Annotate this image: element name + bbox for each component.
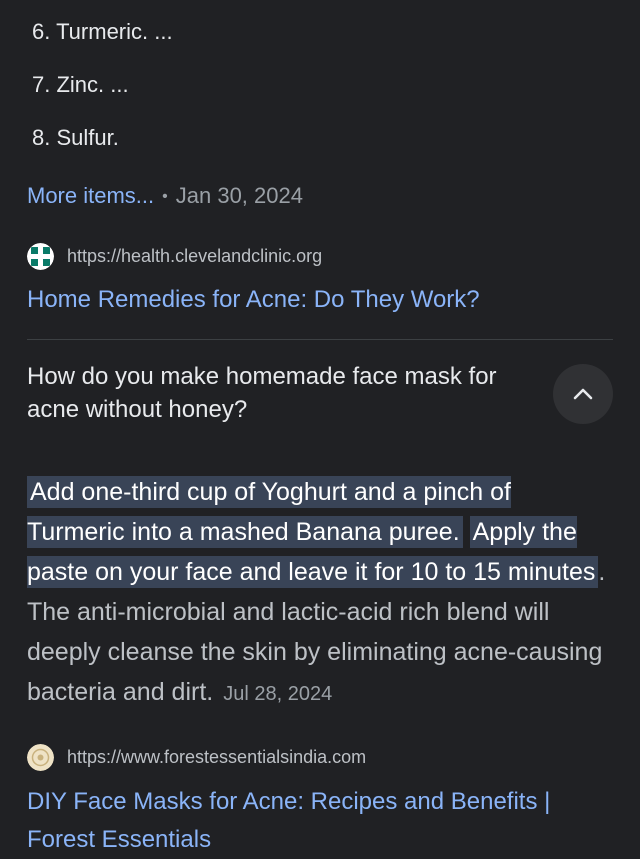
forest-essentials-favicon-icon (27, 744, 54, 771)
divider (27, 339, 613, 340)
result-date: Jan 30, 2024 (175, 183, 303, 208)
answer-date: Jul 28, 2024 (223, 683, 333, 705)
source-url: https://www.forestessentialsindia.com (67, 747, 367, 767)
faq-question[interactable]: How do you make homemade face mask for a… (27, 360, 547, 426)
result-title-link[interactable]: DIY Face Masks for Acne: Recipes and Ben… (27, 783, 617, 859)
faq-toggle-button[interactable] (553, 364, 613, 424)
cleveland-clinic-favicon-icon (27, 243, 54, 270)
separator-dot: • (162, 188, 168, 205)
result-title-link[interactable]: Home Remedies for Acne: Do They Work? (27, 281, 480, 319)
list-item: 8. Sulfur. (32, 125, 119, 150)
answer-highlight: Add one-third cup of Yoghurt and a pinch… (27, 476, 511, 548)
more-items-link[interactable]: More items... (27, 183, 154, 208)
result-meta-row: More items... • Jan 30, 2024 (27, 183, 303, 209)
source-url: https://health.clevelandclinic.org (67, 246, 323, 266)
source-forest-essentials[interactable]: https://www.forestessentialsindia.com (27, 744, 366, 771)
list-item: 7. Zinc. ... (32, 72, 129, 97)
source-cleveland[interactable]: https://health.clevelandclinic.org (27, 243, 322, 270)
chevron-up-icon (573, 388, 593, 400)
list-item: 6. Turmeric. ... (32, 19, 173, 44)
faq-answer: Add one-third cup of Yoghurt and a pinch… (27, 472, 607, 714)
